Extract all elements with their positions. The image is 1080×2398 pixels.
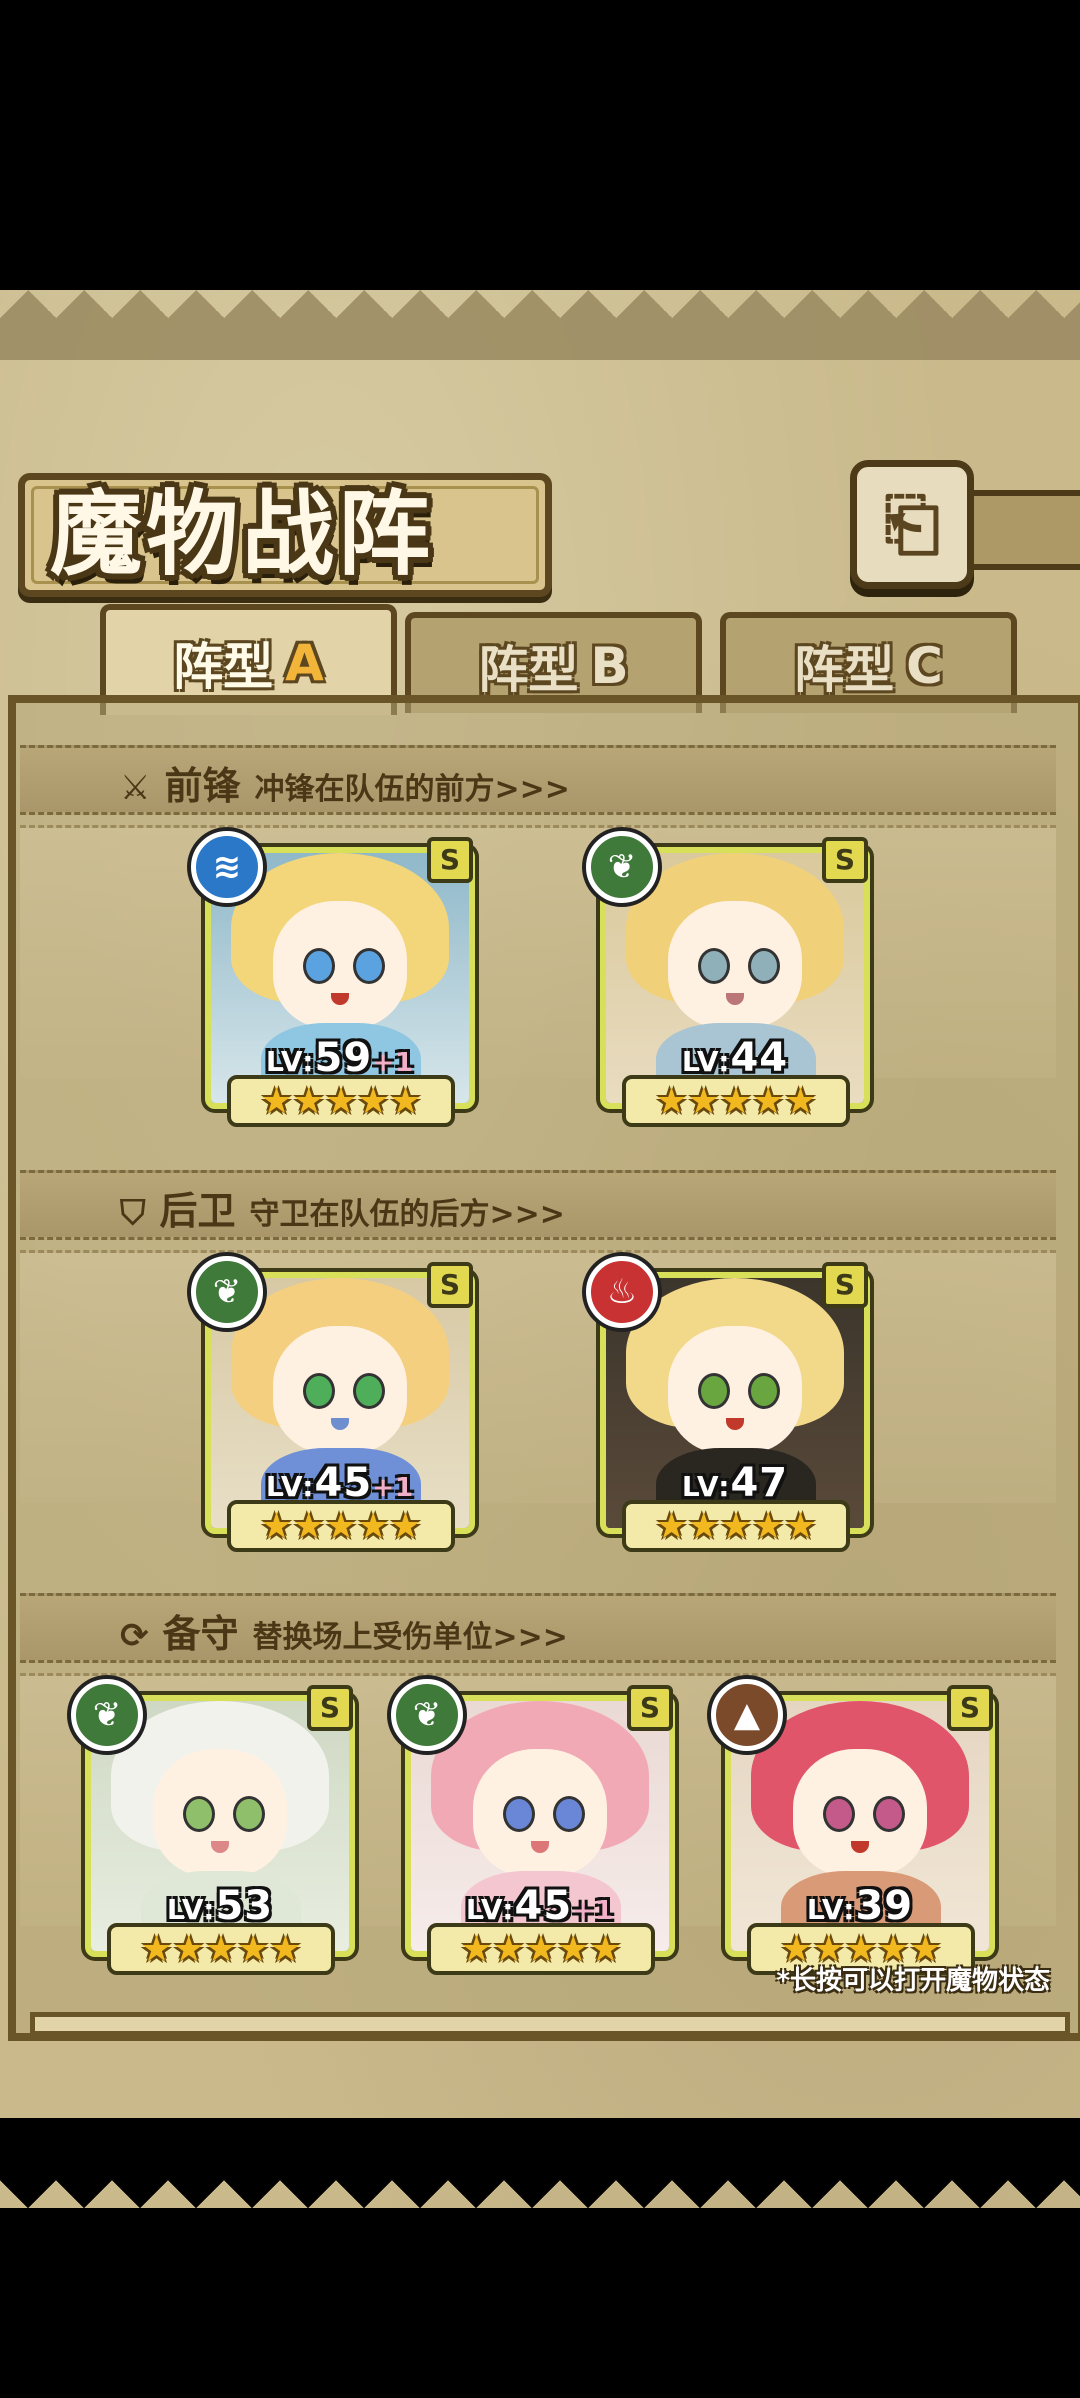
section-title: 备守 bbox=[162, 1612, 239, 1656]
tab-letter: B bbox=[590, 636, 629, 695]
rank-badge: S bbox=[427, 1262, 473, 1308]
rank-badge: S bbox=[627, 1685, 673, 1731]
star-rating: ★★★★★ bbox=[622, 1500, 850, 1552]
leaf-element-icon: ❦ bbox=[586, 831, 658, 903]
back-button[interactable]: ⎗ bbox=[850, 460, 974, 589]
star-rating: ★★★★★ bbox=[227, 1075, 455, 1127]
top-jagged-border bbox=[0, 290, 1080, 360]
formation-panel: 魔物战阵 ⎗ 阵型 A 阵型 B 阵型 C ⚔ 前锋 冲锋在队伍的前方>>> ⛉ 后卫… bbox=[0, 290, 1080, 2208]
rank-badge: S bbox=[427, 837, 473, 883]
section-desc: 守卫在队伍的后方>>> bbox=[249, 1197, 565, 1232]
star-rating: ★★★★★ bbox=[427, 1923, 655, 1975]
section-title: 后卫 bbox=[159, 1189, 236, 1233]
page-title: 魔物战阵 bbox=[50, 481, 435, 588]
earth-element-icon: ▲ bbox=[711, 1679, 783, 1751]
back-arrow-icon: ⎗ bbox=[884, 483, 940, 565]
fire-element-icon: ♨ bbox=[586, 1256, 658, 1328]
tab-label: 阵型 bbox=[173, 637, 274, 696]
monster-card-rear-1[interactable]: LV:45+1 S ❦ ★★★★★ bbox=[191, 1256, 475, 1552]
water-element-icon: ≋ bbox=[191, 831, 263, 903]
sword-icon: ⚔ bbox=[120, 768, 151, 808]
rear-lane bbox=[20, 1250, 1056, 1503]
section-desc: 冲锋在队伍的前方>>> bbox=[254, 772, 570, 807]
monster-card-rear-2[interactable]: LV:47 S ♨ ★★★★★ bbox=[586, 1256, 870, 1552]
front-section-header: ⚔ 前锋 冲锋在队伍的前方>>> bbox=[120, 755, 570, 810]
shield-icon: ⛉ bbox=[120, 1193, 146, 1233]
leaf-element-icon: ❦ bbox=[191, 1256, 263, 1328]
tab-letter: C bbox=[906, 636, 943, 695]
leaf-element-icon: ❦ bbox=[71, 1679, 143, 1751]
star-rating: ★★★★★ bbox=[622, 1075, 850, 1127]
rank-badge: S bbox=[822, 1262, 868, 1308]
board-bottom-rail bbox=[30, 2012, 1070, 2036]
rank-badge: S bbox=[947, 1685, 993, 1731]
formation-tabs: 阵型 A 阵型 B 阵型 C bbox=[20, 604, 1060, 715]
front-lane bbox=[20, 825, 1056, 1078]
long-press-hint: *长按可以打开魔物状态 bbox=[776, 1966, 1050, 1996]
section-desc: 替换场上受伤单位>>> bbox=[252, 1620, 568, 1655]
monster-card-reserve-1[interactable]: LV:53 S ❦ ★★★★★ bbox=[71, 1679, 355, 1975]
reserve-section-header: ⟳ 备守 替换场上受伤单位>>> bbox=[120, 1603, 568, 1658]
monster-card-reserve-2[interactable]: LV:45+1 S ❦ ★★★★★ bbox=[391, 1679, 675, 1975]
star-rating: ★★★★★ bbox=[227, 1500, 455, 1552]
bottom-jagged-border bbox=[0, 2118, 1080, 2208]
header-bar bbox=[965, 490, 1080, 570]
section-title: 前锋 bbox=[164, 764, 241, 808]
monster-card-front-1[interactable]: LV:59+1 S ≋ ★★★★★ bbox=[191, 831, 475, 1127]
leaf-element-icon: ❦ bbox=[391, 1679, 463, 1751]
monster-card-front-2[interactable]: LV:44 S ❦ ★★★★★ bbox=[586, 831, 870, 1127]
star-rating: ★★★★★ bbox=[107, 1923, 335, 1975]
rank-badge: S bbox=[822, 837, 868, 883]
monster-card-reserve-3[interactable]: LV:39 S ▲ ★★★★★ bbox=[711, 1679, 995, 1975]
tab-letter: A bbox=[285, 633, 324, 692]
rank-badge: S bbox=[307, 1685, 353, 1731]
swap-icon: ⟳ bbox=[120, 1616, 149, 1656]
tab-label: 阵型 bbox=[794, 640, 895, 699]
rear-section-header: ⛉ 后卫 守卫在队伍的后方>>> bbox=[120, 1180, 565, 1235]
tab-label: 阵型 bbox=[478, 640, 579, 699]
